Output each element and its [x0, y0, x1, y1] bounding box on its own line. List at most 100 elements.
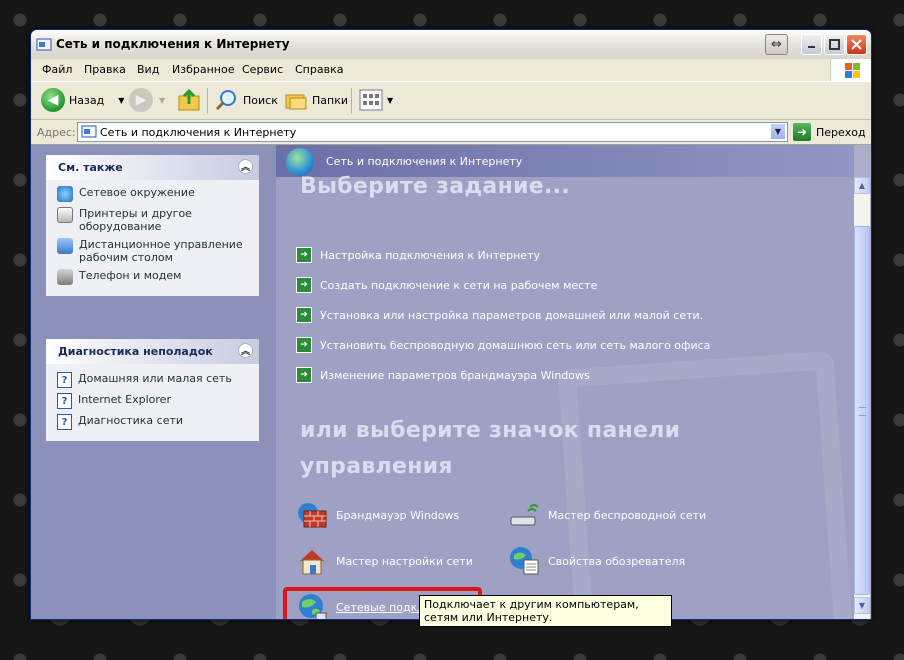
up-folder-button[interactable] [177, 88, 201, 112]
cp-icon-network-setup[interactable]: Мастер настройки сети [296, 545, 473, 577]
network-folder-icon [36, 38, 52, 51]
category-pane: Сеть и подключения к Интернету Выберите … [276, 145, 854, 619]
menu-favorites[interactable]: Избранное [172, 63, 234, 76]
task-label: Установить беспроводную домашнюю сеть ил… [320, 338, 711, 352]
green-arrow-icon: ➜ [296, 277, 312, 293]
folders-label: Папки [312, 93, 348, 107]
go-button[interactable]: ➜ Переход [793, 123, 866, 141]
network-places-icon [57, 186, 73, 202]
link-label: Принтеры и другое оборудование [79, 207, 192, 233]
go-arrow-icon: ➜ [793, 123, 811, 141]
troubleshoot-title: Диагностика неполадок [58, 345, 213, 358]
category-title: Сеть и подключения к Интернету [326, 155, 523, 168]
back-button[interactable]: ◀ Назад ▼ [41, 88, 124, 112]
task-link[interactable]: ➜ Создать подключение к сети на рабочем … [296, 277, 597, 293]
task-label: Установка или настройка параметров домаш… [320, 308, 704, 322]
category-header: Сеть и подключения к Интернету [276, 145, 854, 177]
network-globe-icon [286, 148, 314, 176]
link-label: Диагностика сети [78, 414, 184, 427]
task-link[interactable]: ➜ Установка или настройка параметров дом… [296, 307, 703, 323]
green-arrow-icon: ➜ [296, 247, 312, 263]
menu-file[interactable]: Файл [42, 63, 72, 76]
link-phone-modem[interactable]: Телефон и модем [57, 269, 253, 285]
task-link[interactable]: ➜ Настройка подключения к Интернету [296, 247, 540, 263]
link-label: Домашняя или малая сеть [78, 372, 232, 385]
collapse-chevron-icon[interactable]: ︽ [238, 159, 253, 174]
menu-tools[interactable]: Сервис [242, 63, 283, 76]
pick-icon-heading-line2: управления [300, 454, 453, 479]
collapse-chevron-icon[interactable]: ︽ [238, 343, 253, 358]
link-home-network[interactable]: ? Домашняя или малая сеть [57, 372, 253, 388]
link-label: Телефон и модем [79, 269, 182, 282]
cp-icon-internet-options[interactable]: Свойства обозревателя [508, 545, 685, 577]
forward-arrow-icon: ▶ [129, 88, 153, 112]
green-arrow-icon: ➜ [296, 367, 312, 383]
close-icon [851, 39, 862, 50]
menu-view[interactable]: Вид [137, 63, 159, 76]
cp-icon-label: Мастер беспроводной сети [548, 508, 707, 522]
pick-icon-heading-line1: или выберите значок панели [300, 418, 681, 443]
toolbar: ◀ Назад ▼ ▶ ▼ Поиск Папки ▼ [31, 82, 871, 120]
troubleshoot-header[interactable]: Диагностика неполадок ︽ [46, 339, 259, 364]
back-dropdown-icon[interactable]: ▼ [118, 96, 124, 105]
link-internet-explorer[interactable]: ? Internet Explorer [57, 393, 253, 409]
cp-icon-wireless-wizard[interactable]: Мастер беспроводной сети [508, 499, 706, 531]
views-dropdown-icon: ▼ [387, 95, 394, 105]
link-network-places[interactable]: Сетевое окружение [57, 186, 253, 202]
see-also-panel: См. также ︽ Сетевое окружение Принтеры и… [46, 155, 259, 296]
see-also-header[interactable]: См. также ︽ [46, 155, 259, 180]
title-bar[interactable]: Сеть и подключения к Интернету ⇔ [31, 30, 871, 60]
help-icon: ? [57, 393, 72, 409]
switch-view-button[interactable]: ⇔ [765, 34, 788, 55]
troubleshoot-panel: Диагностика неполадок ︽ ? Домашняя или м… [46, 339, 259, 441]
pick-task-heading: Выберите задание... [300, 174, 570, 199]
link-network-diagnostics[interactable]: ? Диагностика сети [57, 414, 253, 430]
close-button[interactable] [846, 34, 867, 55]
folders-icon [285, 94, 307, 110]
remote-desktop-icon [57, 238, 73, 254]
cp-icon-label: Мастер настройки сети [336, 554, 473, 568]
task-label: Настройка подключения к Интернету [320, 248, 540, 262]
firewall-icon [298, 503, 327, 528]
link-label: Дистанционное управление рабочим столом [79, 238, 243, 264]
menu-help[interactable]: Справка [295, 63, 343, 76]
task-link[interactable]: ➜ Изменение параметров брандмауэра Windo… [296, 367, 590, 383]
forward-button[interactable]: ▶ ▼ [129, 88, 165, 112]
help-icon: ? [57, 414, 72, 430]
scroll-down-button[interactable]: ▼ [854, 597, 870, 614]
task-label: Изменение параметров брандмауэра Windows [320, 368, 590, 382]
task-pane: См. также ︽ Сетевое окружение Принтеры и… [31, 145, 276, 619]
menu-bar: Файл Правка Вид Избранное Сервис Справка [31, 59, 871, 82]
link-remote-desktop[interactable]: Дистанционное управление рабочим столом [57, 238, 253, 264]
vertical-scrollbar[interactable]: ▲ ▼ [854, 177, 870, 619]
folders-button[interactable]: Папки [284, 88, 348, 112]
minimize-button[interactable] [801, 34, 822, 55]
menu-edit[interactable]: Правка [84, 63, 126, 76]
link-printers[interactable]: Принтеры и другое оборудование [57, 207, 253, 233]
views-button[interactable]: ▼ [359, 89, 393, 111]
task-label: Создать подключение к сети на рабочем ме… [320, 278, 598, 292]
green-arrow-icon: ➜ [296, 337, 312, 353]
search-button[interactable]: Поиск [215, 88, 278, 112]
green-arrow-icon: ➜ [296, 307, 312, 323]
address-label: Адрес: [37, 126, 76, 139]
scroll-up-button[interactable]: ▲ [854, 177, 870, 194]
home-network-icon [300, 550, 324, 575]
search-icon [215, 90, 236, 111]
internet-options-icon [510, 547, 539, 575]
back-label: Назад [69, 93, 105, 107]
forward-dropdown-icon: ▼ [159, 95, 166, 105]
maximize-button[interactable] [824, 34, 845, 55]
content-area: См. также ︽ Сетевое окружение Принтеры и… [31, 145, 871, 619]
cp-icon-firewall[interactable]: Брандмауэр Windows [296, 499, 459, 531]
explorer-window: Сеть и подключения к Интернету ⇔ Файл Пр… [30, 29, 872, 620]
window-title: Сеть и подключения к Интернету [56, 37, 290, 51]
task-link[interactable]: ➜ Установить беспроводную домашнюю сеть … [296, 337, 710, 353]
phone-icon [57, 269, 73, 285]
cp-icon-label: Свойства обозревателя [548, 554, 686, 568]
address-dropdown-button[interactable]: ▼ [770, 123, 786, 140]
scroll-thumb[interactable] [854, 226, 870, 595]
address-input[interactable]: Сеть и подключения к Интернету [77, 122, 788, 142]
minimize-icon [808, 46, 815, 48]
scroll-grip-icon [859, 407, 867, 416]
